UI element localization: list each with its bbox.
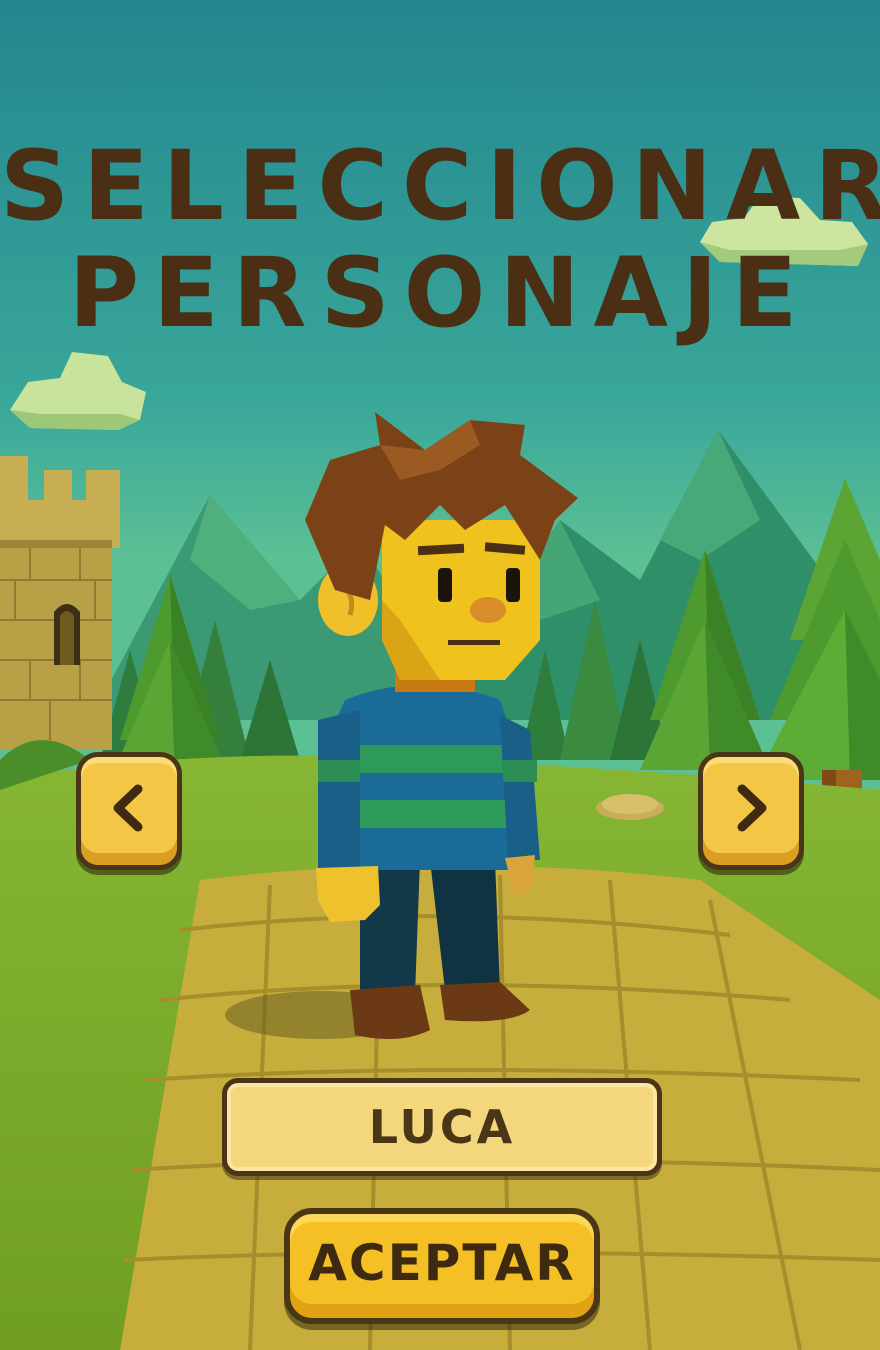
previous-character-button[interactable] xyxy=(76,752,182,870)
chevron-right-icon xyxy=(737,784,767,832)
character-name: LUCA xyxy=(368,1100,516,1154)
page-title-line-2: PERSONAJE xyxy=(68,237,812,349)
chevron-left-icon xyxy=(113,784,143,832)
next-character-button[interactable] xyxy=(698,752,804,870)
character-name-panel: LUCA xyxy=(222,1078,662,1176)
accept-button-label: ACEPTAR xyxy=(308,1234,576,1292)
character-select-screen: SELECCIONAR PERSONAJE LUCA ACEPTAR xyxy=(0,0,880,1350)
page-title-line-1: SELECCIONAR xyxy=(0,130,880,242)
castle-tower xyxy=(0,456,120,750)
accept-button[interactable]: ACEPTAR xyxy=(284,1208,600,1324)
